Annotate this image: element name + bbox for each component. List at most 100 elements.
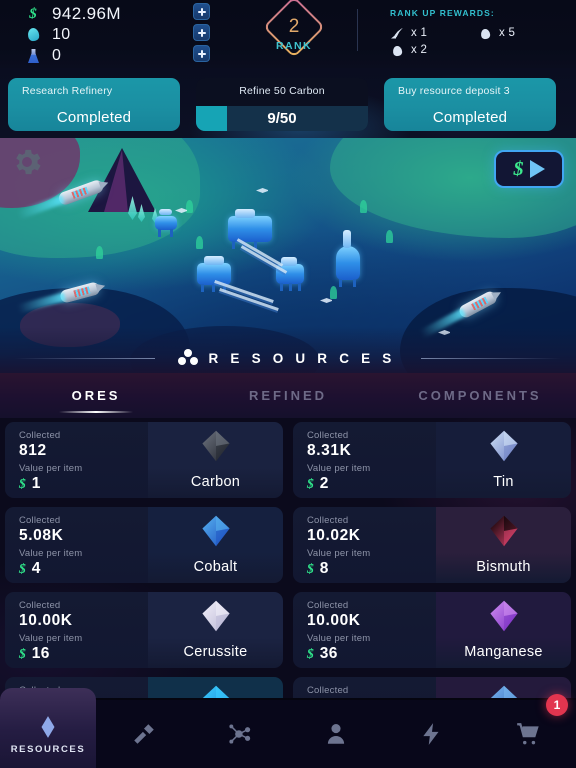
- header-rule-left: [14, 357, 155, 359]
- value-per-item: $ 36: [307, 645, 436, 663]
- nav-label: RESOURCES: [10, 744, 86, 755]
- gem-icon: [22, 25, 44, 45]
- item-gem-icon: [489, 600, 518, 632]
- dollar-icon: $: [307, 561, 314, 576]
- nav-item-profile[interactable]: [288, 700, 384, 768]
- item-gem-icon: [489, 430, 518, 462]
- value-per-item-label: Value per item: [307, 548, 371, 559]
- quest-bar: Research Refinery Completed Refine 50 Ca…: [0, 68, 576, 138]
- resource-visual: Carbon: [148, 422, 283, 498]
- reward-item: x 5: [478, 24, 566, 41]
- quest-card-buy-deposit[interactable]: Buy resource deposit 3 Completed: [384, 78, 556, 131]
- resource-stats: Collected 5.08K Value per item $ 4: [5, 507, 148, 583]
- gem-value: 10: [52, 26, 71, 43]
- quest-progress-text: 9/50: [267, 110, 297, 127]
- quest-label: Buy resource deposit 3: [398, 85, 510, 97]
- item-gem-icon: [201, 600, 230, 632]
- add-research-button[interactable]: [193, 45, 210, 62]
- resources-icon: [34, 713, 62, 741]
- gem-icon: [390, 43, 406, 57]
- dollar-icon: $: [19, 476, 26, 491]
- header-rule-right: [421, 357, 562, 359]
- item-gem-icon: [202, 685, 229, 698]
- resource-card[interactable]: Collected 10.02K Value per item $ 8 Bism…: [293, 507, 571, 583]
- boost-play-button[interactable]: $: [494, 150, 564, 188]
- rank-number: 2: [288, 16, 300, 37]
- resource-card[interactable]: Collected 10.00K Value per item $ 16 Cer…: [5, 592, 283, 668]
- resource-card[interactable]: Collected 10.00K Value per item $ 36 Man…: [293, 592, 571, 668]
- rank-label: RANK: [276, 40, 312, 52]
- collected-label: Collected: [19, 430, 61, 441]
- resource-card[interactable]: Collected 5.08K Value per item $ 4 Cobal…: [5, 507, 283, 583]
- building-refinery[interactable]: [228, 209, 272, 249]
- resource-name: Cerussite: [183, 644, 248, 660]
- resource-card[interactable]: Collected 8.31K Value per item $ 2 Tin: [293, 422, 571, 498]
- resource-visual: Bismuth: [436, 507, 571, 583]
- add-gem-button[interactable]: [193, 24, 210, 41]
- tab-ores[interactable]: ORES: [0, 373, 192, 418]
- building-small[interactable]: [155, 209, 177, 237]
- dollar-icon: $: [19, 561, 26, 576]
- collected-label: Collected: [307, 515, 349, 526]
- resource-tabs: ORES REFINED COMPONENTS: [0, 373, 576, 418]
- item-gem-icon: [489, 515, 518, 547]
- resource-visual: Manganese: [436, 592, 571, 668]
- resource-card[interactable]: Collected 812 Value per item $ 1 Carbon: [5, 422, 283, 498]
- add-money-button[interactable]: [193, 3, 210, 20]
- nav-item-boost[interactable]: [384, 700, 480, 768]
- value-per-item-label: Value per item: [19, 633, 83, 644]
- page-title: R E S O U R C E S: [208, 350, 396, 366]
- value-per-item-label: Value per item: [307, 463, 371, 474]
- collected-label: Collected: [19, 600, 61, 611]
- molecule-icon: [226, 720, 254, 748]
- quest-label: Research Refinery: [22, 85, 113, 97]
- collected-label: Collected: [307, 600, 349, 611]
- collected-label: Collected: [307, 685, 349, 696]
- game-world-scene[interactable]: $: [0, 138, 576, 373]
- dollar-icon: $: [19, 646, 26, 661]
- gem-icon: [478, 26, 494, 40]
- collected-label: Collected: [307, 430, 349, 441]
- nav-item-resources[interactable]: RESOURCES: [0, 688, 96, 768]
- bolt-icon: [418, 720, 446, 748]
- dollar-icon: $: [307, 476, 314, 491]
- collected-value: 5.08K: [19, 527, 64, 544]
- resource-row: Collected 812 Value per item $ 1 Carbon …: [0, 418, 576, 503]
- collected-value: 10.02K: [307, 527, 361, 544]
- resource-card[interactable]: Collected: [293, 677, 571, 698]
- quest-card-refine-carbon[interactable]: Refine 50 Carbon 9/50: [196, 78, 368, 131]
- rank-up-rewards: RANK UP REWARDS: x 1 x 5 x 2: [390, 8, 570, 58]
- resource-name: Cobalt: [193, 559, 238, 575]
- resource-row: Collected 10.00K Value per item $ 16 Cer…: [0, 588, 576, 673]
- resource-name: Bismuth: [476, 559, 531, 575]
- resource-stats: Collected 8.31K Value per item $ 2: [293, 422, 436, 498]
- hud-divider: [357, 9, 358, 51]
- rank-badge[interactable]: 2 RANK: [258, 0, 330, 64]
- gear-icon[interactable]: [10, 145, 44, 179]
- play-icon: [529, 160, 545, 178]
- resource-stats: Collected 812 Value per item $ 1: [5, 422, 148, 498]
- value-per-item: $ 2: [307, 475, 436, 493]
- collected-value: 10.00K: [307, 612, 361, 629]
- tab-refined[interactable]: REFINED: [192, 373, 384, 418]
- quest-progress-bar: 9/50: [196, 106, 368, 131]
- resource-visual: Cobalt: [148, 507, 283, 583]
- value-amount: 2: [319, 475, 329, 492]
- nav-item-build[interactable]: [96, 700, 192, 768]
- resource-list[interactable]: Collected 812 Value per item $ 1 Carbon …: [0, 418, 576, 698]
- tab-components[interactable]: COMPONENTS: [384, 373, 576, 418]
- building-tower[interactable]: [336, 230, 360, 287]
- quest-status: Completed: [56, 109, 132, 126]
- quest-card-research-refinery[interactable]: Research Refinery Completed: [8, 78, 180, 131]
- value-per-item-label: Value per item: [19, 463, 83, 474]
- reward-item: x 1: [390, 24, 478, 41]
- resource-stats: Collected 10.00K Value per item $ 16: [5, 592, 148, 668]
- value-per-item-label: Value per item: [307, 633, 371, 644]
- resource-visual: [148, 677, 283, 698]
- value-amount: 8: [319, 560, 329, 577]
- reward-amount: x 1: [411, 26, 428, 39]
- top-hud: $ 942.96M 10 0 2 RANK RANK UP REWARDS: x…: [0, 0, 576, 68]
- person-icon: [322, 720, 350, 748]
- value-amount: 16: [31, 645, 50, 662]
- nav-item-research[interactable]: [192, 700, 288, 768]
